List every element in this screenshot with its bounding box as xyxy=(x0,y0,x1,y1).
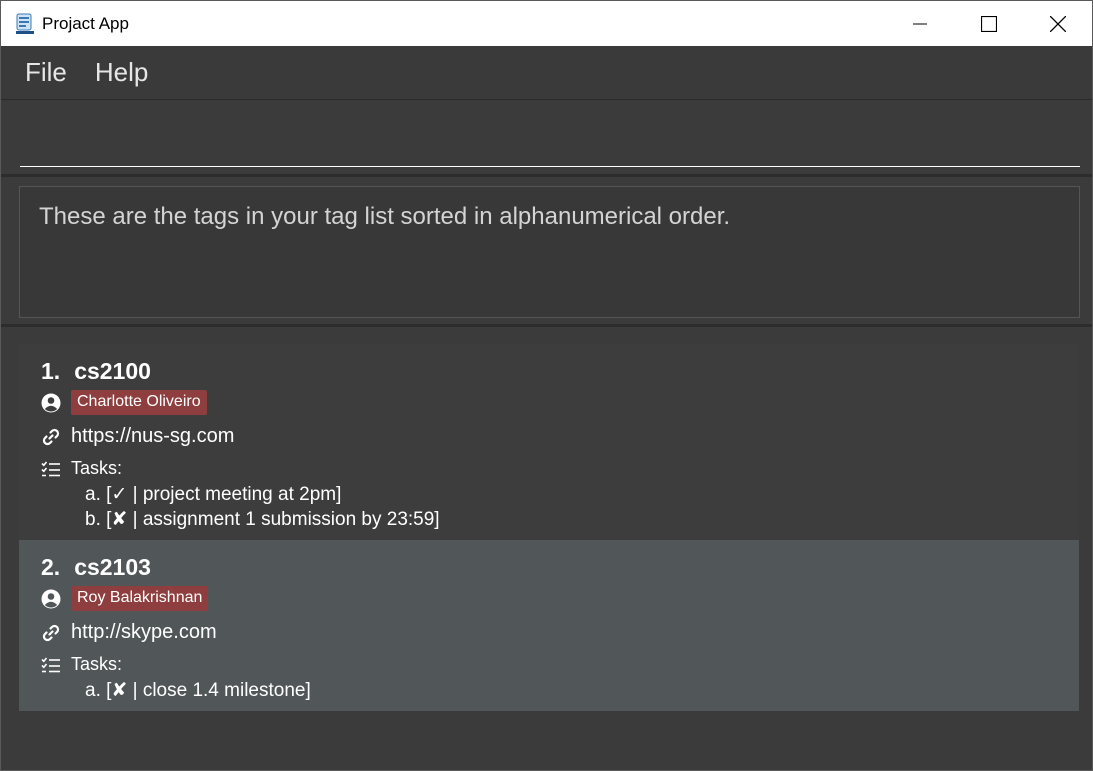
tag-card[interactable]: 2. cs2103 Roy Balakrishnan http://skype.… xyxy=(19,540,1079,711)
user-circle-icon xyxy=(41,393,61,413)
menu-file[interactable]: File xyxy=(25,57,67,88)
task-list-icon xyxy=(41,655,61,675)
link-row: http://skype.com xyxy=(41,621,217,644)
meeting-link[interactable]: https://nus-sg.com xyxy=(71,425,234,448)
tag-index: 2. xyxy=(41,554,61,580)
window-title: Projact App xyxy=(42,13,129,33)
tag-name: cs2103 xyxy=(74,554,151,580)
user-circle-icon xyxy=(41,589,61,609)
window-controls xyxy=(885,1,1092,46)
maximize-icon xyxy=(980,15,997,32)
task-list-icon xyxy=(41,459,61,479)
maximize-button[interactable] xyxy=(954,1,1023,46)
tag-list[interactable]: 1. cs2100 Charlotte Oliveiro https://nus… xyxy=(1,329,1092,770)
command-input[interactable] xyxy=(20,113,1080,167)
link-icon xyxy=(41,623,61,643)
result-display[interactable]: These are the tags in your tag list sort… xyxy=(19,186,1080,318)
title-bar: Projact App xyxy=(1,1,1092,46)
link-row: https://nus-sg.com xyxy=(41,425,234,448)
command-box xyxy=(1,101,1092,177)
meeting-link[interactable]: http://skype.com xyxy=(71,621,217,644)
task-item: a. [✓ | project meeting at 2pm] xyxy=(85,484,342,505)
tag-header: 2. cs2103 xyxy=(41,554,151,581)
tag-card[interactable]: 1. cs2100 Charlotte Oliveiro https://nus… xyxy=(19,344,1079,540)
menu-help[interactable]: Help xyxy=(95,57,148,88)
result-message: These are the tags in your tag list sort… xyxy=(39,203,731,230)
minimize-icon xyxy=(912,23,927,24)
member-tag: Roy Balakrishnan xyxy=(71,586,209,611)
member-tag: Charlotte Oliveiro xyxy=(71,390,207,415)
member-row: Charlotte Oliveiro xyxy=(41,390,207,415)
tasks-label: Tasks: xyxy=(71,654,123,674)
close-icon xyxy=(1049,15,1066,32)
task-item: b. [✘ | assignment 1 submission by 23:59… xyxy=(85,509,440,530)
task-item: a. [✘ | close 1.4 milestone] xyxy=(85,680,311,701)
tasks-label: Tasks: xyxy=(71,458,123,478)
close-button[interactable] xyxy=(1023,1,1092,46)
menu-bar: File Help xyxy=(1,46,1092,100)
minimize-button[interactable] xyxy=(885,1,954,46)
app-window: Projact App File Help These are the tags… xyxy=(0,0,1093,771)
result-display-panel: These are the tags in your tag list sort… xyxy=(1,179,1092,327)
tag-index: 1. xyxy=(41,358,61,384)
tasks-row: Tasks: xyxy=(41,654,122,675)
app-logo-icon xyxy=(15,13,35,35)
tasks-row: Tasks: xyxy=(41,458,122,479)
tag-header: 1. cs2100 xyxy=(41,358,151,385)
link-icon xyxy=(41,427,61,447)
tag-name: cs2100 xyxy=(74,358,151,384)
member-row: Roy Balakrishnan xyxy=(41,586,209,611)
